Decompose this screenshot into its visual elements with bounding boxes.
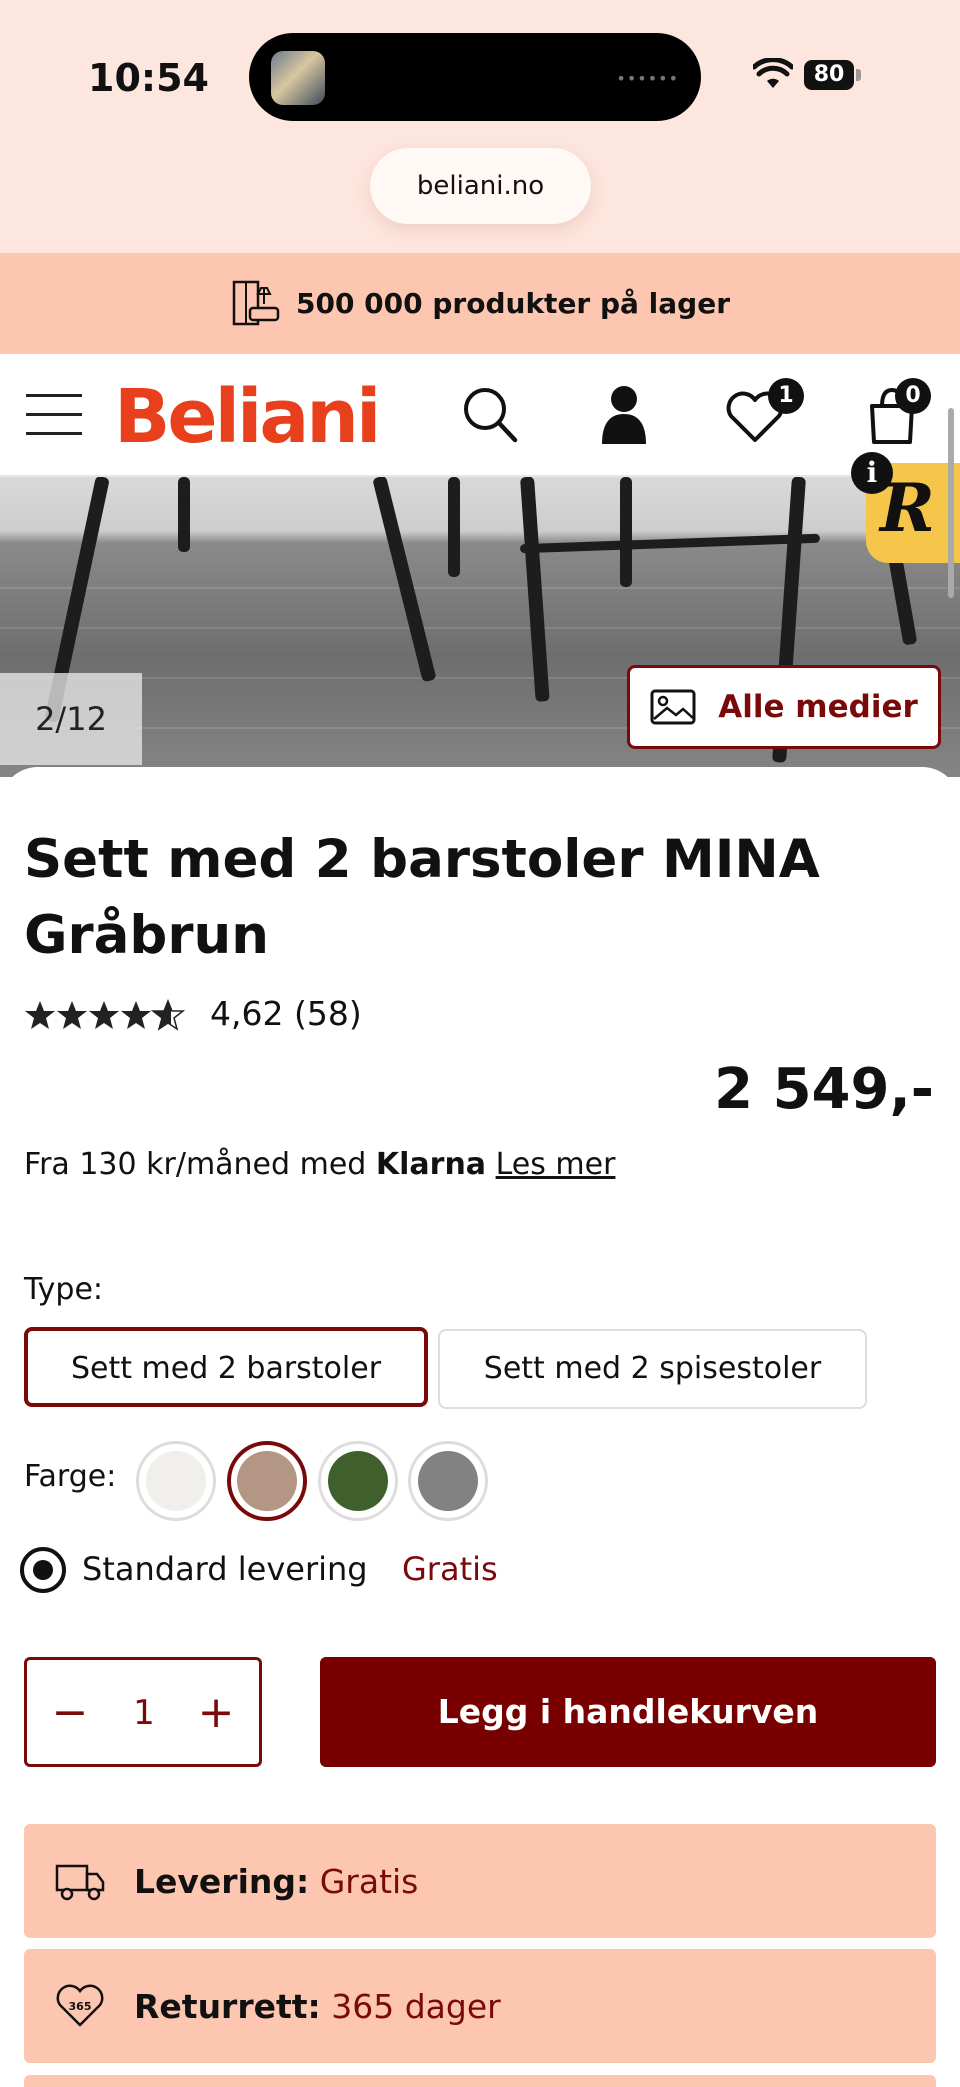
- product-image[interactable]: 2/12 Alle medier: [0, 477, 960, 777]
- waveform-icon: ••••••: [616, 69, 679, 88]
- delivery-option-label[interactable]: Standard levering: [82, 1550, 368, 1588]
- color-swatch-greybrown[interactable]: [227, 1441, 307, 1521]
- product-details: Sett med 2 barstoler MINA Gråbrun 4,62 (…: [0, 767, 960, 2087]
- klarna-financing: Fra 130 kr/måned med Klarna Les mer: [24, 1147, 616, 1182]
- delivery-info-box[interactable]: Levering: Gratis: [24, 1824, 936, 1938]
- add-to-cart-button[interactable]: Legg i handlekurven: [320, 1657, 936, 1767]
- wardrobe-sofa-icon: [232, 280, 280, 325]
- swatch-fill: [328, 1451, 388, 1511]
- info-icon[interactable]: i: [851, 452, 893, 494]
- svg-text:365: 365: [69, 2000, 92, 2013]
- truck-icon: [55, 1864, 105, 1901]
- wishlist-count-badge: 1: [768, 378, 804, 414]
- address-bar[interactable]: beliani.no: [370, 148, 591, 224]
- color-swatch-white[interactable]: [136, 1441, 216, 1521]
- standard-delivery-radio[interactable]: [20, 1547, 66, 1593]
- search-icon[interactable]: [460, 384, 520, 446]
- returns-info-box[interactable]: 365 Returrett: 365 dager: [24, 1949, 936, 2063]
- swatch-fill: [237, 1451, 297, 1511]
- return-365-icon: 365: [56, 1984, 104, 2027]
- quantity-input[interactable]: 1: [109, 1683, 179, 1743]
- dynamic-island[interactable]: ••••••: [249, 33, 701, 121]
- swatch-fill: [418, 1451, 478, 1511]
- image-counter: 2/12: [0, 673, 142, 765]
- hamburger-menu-icon[interactable]: [26, 390, 84, 440]
- decrease-quantity-button[interactable]: −: [41, 1683, 99, 1743]
- product-title: Sett med 2 barstoler MINA Gråbrun: [24, 829, 820, 966]
- cart-count-badge: 0: [895, 378, 931, 414]
- beliani-logo[interactable]: Beliani: [114, 374, 381, 460]
- all-media-button[interactable]: Alle medier: [627, 665, 941, 749]
- promo-banner: 500 000 produkter på lager: [0, 253, 960, 354]
- more-info-box[interactable]: [24, 2075, 936, 2087]
- color-swatch-grey[interactable]: [408, 1441, 488, 1521]
- color-label: Farge:: [24, 1459, 117, 1494]
- battery-icon: 80: [804, 60, 854, 90]
- delivery-info-text: Levering: Gratis: [134, 1862, 419, 1901]
- type-option-spisestoler[interactable]: Sett med 2 spisestoler: [438, 1329, 867, 1409]
- star-rating-icon: [25, 1000, 184, 1030]
- klarna-logo: Klarna: [375, 1147, 487, 1182]
- type-label: Type:: [24, 1272, 104, 1307]
- rating-text[interactable]: 4,62 (58): [210, 994, 362, 1033]
- swatch-fill: [146, 1451, 206, 1511]
- rating-stars[interactable]: [24, 999, 189, 1033]
- clock: 10:54: [88, 56, 209, 100]
- color-swatch-green[interactable]: [318, 1441, 398, 1521]
- read-more-link[interactable]: Les mer: [496, 1147, 616, 1182]
- delivery-option-price: Gratis: [402, 1550, 498, 1588]
- promo-text: 500 000 produkter på lager: [295, 287, 731, 320]
- wifi-icon: [753, 58, 793, 88]
- scrollbar[interactable]: [948, 408, 954, 598]
- product-price: 2 549,-: [714, 1057, 934, 1122]
- status-bar: 10:54 •••••• 80 beliani.no: [0, 0, 960, 253]
- image-icon: [650, 689, 696, 725]
- returns-info-text: Returrett: 365 dager: [134, 1987, 501, 2026]
- media-thumbnail[interactable]: [271, 51, 325, 105]
- account-icon[interactable]: [600, 384, 648, 446]
- quantity-stepper: − 1 +: [24, 1657, 262, 1767]
- type-option-barstoler[interactable]: Sett med 2 barstoler: [24, 1327, 428, 1407]
- site-header: Beliani 1 0: [0, 354, 960, 477]
- increase-quantity-button[interactable]: +: [187, 1683, 245, 1743]
- battery-tip: [856, 69, 861, 81]
